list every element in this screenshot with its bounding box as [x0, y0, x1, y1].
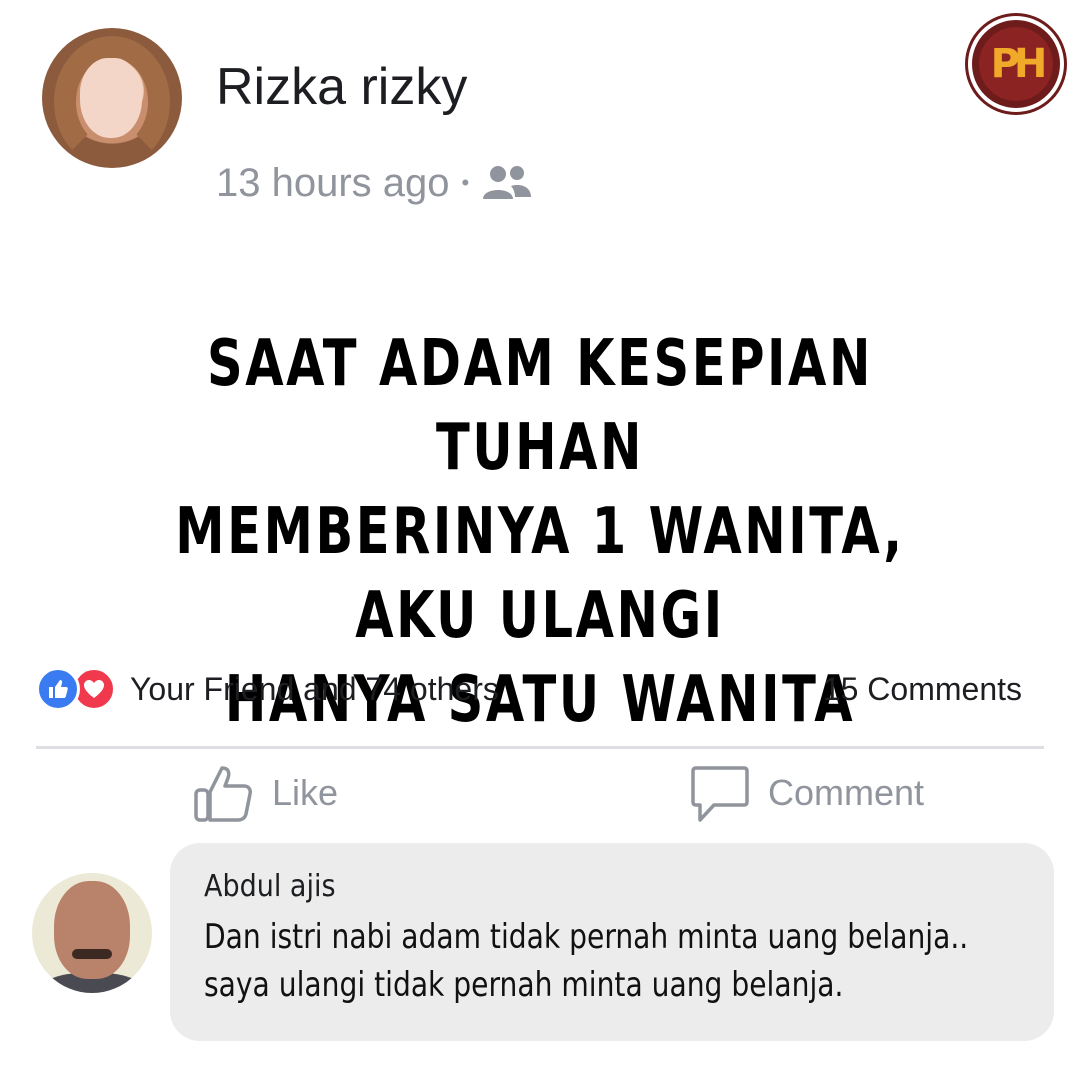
divider [36, 746, 1044, 749]
comment-icon [691, 766, 749, 822]
post-text-line: MEMBERINYA 1 WANITA, AKU ULANGI [175, 495, 905, 653]
poster-avatar[interactable] [42, 28, 182, 168]
avatar-mustache [72, 949, 112, 959]
reactions-summary[interactable]: Your Friend and 74 others [36, 665, 499, 713]
avatar-face [80, 58, 142, 138]
comment-button[interactable]: Comment [690, 758, 924, 828]
comment-author[interactable]: Abdul ajis [204, 867, 1020, 907]
watermark-logo: PH [968, 16, 1064, 112]
like-reaction-icon [36, 667, 80, 711]
post-text-line: SAAT ADAM KESEPIAN TUHAN [207, 327, 873, 485]
comment-button-label: Comment [768, 772, 925, 813]
comments-count[interactable]: 15 Comments [823, 665, 1022, 713]
thumbs-up-icon [194, 766, 252, 822]
reaction-summary-text[interactable]: Your Friend and 74 others [130, 671, 499, 708]
comment-text-line: saya ulangi tidak pernah minta uang bela… [204, 965, 844, 1005]
commenter-avatar[interactable] [32, 873, 152, 993]
friends-icon[interactable] [481, 163, 533, 203]
poster-name[interactable]: Rizka rizky [216, 55, 467, 119]
post-meta: 13 hours ago • [216, 160, 533, 206]
post-time[interactable]: 13 hours ago [216, 161, 450, 206]
logo-letters: PH [979, 27, 1053, 101]
avatar-head [54, 881, 130, 979]
comment-text: Dan istri nabi adam tidak pernah minta u… [204, 913, 1032, 1009]
like-button[interactable]: Like [192, 758, 338, 828]
meta-separator: • [461, 170, 470, 195]
comment-bubble: Abdul ajis Dan istri nabi adam tidak per… [170, 843, 1054, 1041]
like-button-label: Like [272, 772, 339, 813]
comment-text-line: Dan istri nabi adam tidak pernah minta u… [204, 917, 969, 957]
